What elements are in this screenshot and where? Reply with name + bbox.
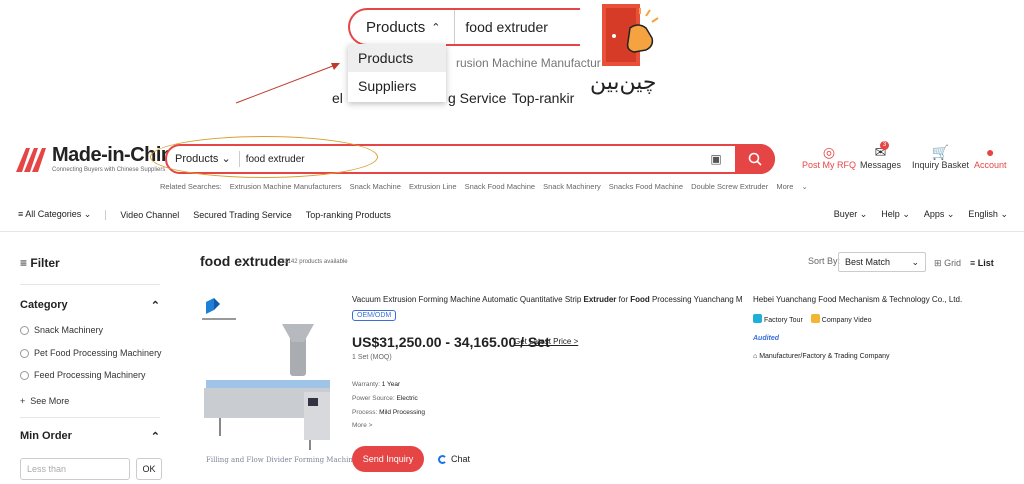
- category-heading[interactable]: Category ⌃: [20, 299, 160, 312]
- product-spec: Power Source: Electric: [352, 395, 418, 402]
- list-icon: ≡: [970, 258, 976, 268]
- related-link[interactable]: Snacks Food Machine: [609, 182, 683, 191]
- product-image[interactable]: Filling and Flow Divider Forming Machine: [200, 296, 357, 470]
- nav-buyer-menu[interactable]: Buyer ⌄: [834, 209, 868, 220]
- sidebar-divider: [20, 284, 160, 285]
- product-spec: Process: Mild Processing: [352, 409, 425, 416]
- brand-text: چین‌بین: [590, 70, 657, 95]
- inquiry-basket-button[interactable]: 🛒 Inquiry Basket: [912, 144, 969, 170]
- radio-button[interactable]: [20, 325, 29, 335]
- related-link[interactable]: Extrusion Line: [409, 182, 457, 191]
- search-icon: [748, 152, 762, 166]
- grid-icon: ⊞: [934, 258, 942, 268]
- building-icon: ⌂: [753, 353, 758, 360]
- sort-label: Sort By:: [808, 256, 841, 266]
- more-specs-link[interactable]: More >: [352, 422, 372, 429]
- filter-title: ≡ Filter: [20, 256, 60, 270]
- target-icon: ◎: [822, 144, 836, 160]
- business-type: ⌂ Manufacturer/Factory & Trading Company: [753, 353, 890, 360]
- mic-logo-icon: [16, 147, 46, 172]
- account-icon: ●: [986, 144, 995, 160]
- sidebar-divider: [20, 417, 160, 418]
- min-order-heading[interactable]: Min Order ⌃: [20, 430, 160, 443]
- annotation-arrow: [235, 63, 340, 104]
- main-nav: ≡ All Categories ⌄ Video Channel Secured…: [18, 209, 1008, 220]
- factory-tour-badge[interactable]: Factory Tour: [753, 314, 803, 324]
- nav-video-channel[interactable]: Video Channel: [105, 209, 179, 220]
- send-inquiry-button[interactable]: Send Inquiry: [352, 446, 424, 472]
- account-button[interactable]: ● Account: [974, 144, 1007, 170]
- get-latest-price-link[interactable]: Get Latest Price >: [514, 337, 578, 346]
- factory-tour-icon: [753, 314, 762, 323]
- messages-badge: 3: [880, 141, 889, 150]
- chevron-up-icon: ⌃: [150, 300, 160, 312]
- related-more-link[interactable]: More ⌄: [776, 182, 807, 191]
- audited-badge: Audited: [753, 335, 780, 342]
- product-moq: 1 Set (MOQ): [352, 354, 392, 361]
- product-spec: Warranty: 1 Year: [352, 381, 401, 388]
- nav-apps-menu[interactable]: Apps ⌄: [924, 209, 955, 220]
- related-link[interactable]: Snack Food Machine: [465, 182, 535, 191]
- product-image-caption: Filling and Flow Divider Forming Machine: [206, 456, 357, 464]
- chevron-up-icon: ⌃: [150, 431, 160, 443]
- results-count: 121142 products available: [278, 259, 348, 265]
- list-view-toggle[interactable]: ≡ List: [970, 258, 994, 268]
- company-video-badge[interactable]: Company Video: [810, 314, 871, 324]
- all-categories-menu[interactable]: ≡ All Categories ⌄: [18, 209, 91, 220]
- chat-icon: [438, 454, 447, 464]
- related-link[interactable]: Snack Machine: [350, 182, 401, 191]
- annotation-ellipse: [150, 136, 378, 178]
- search-button[interactable]: [735, 144, 775, 174]
- supplier-badges: Factory Tour Company Video: [753, 314, 871, 324]
- company-logo-icon: [202, 298, 236, 320]
- category-option[interactable]: Pet Food Processing Machinery: [20, 348, 162, 358]
- nav-top-ranking[interactable]: Top-ranking Products: [306, 210, 391, 220]
- nav-secured-trading[interactable]: Secured Trading Service: [193, 210, 292, 220]
- related-link[interactable]: Snack Machinery: [543, 182, 601, 191]
- related-link[interactable]: Double Screw Extruder: [691, 182, 768, 191]
- supplier-name[interactable]: Hebei Yuanchang Food Mechanism & Technol…: [753, 295, 962, 304]
- related-searches: Related Searches: Extrusion Machine Manu…: [160, 182, 808, 191]
- min-order-ok-button[interactable]: OK: [136, 458, 162, 480]
- filter-icon: ≡: [20, 256, 28, 270]
- sort-select[interactable]: Best Match ⌄: [838, 252, 926, 272]
- camera-search-icon[interactable]: ▣: [707, 152, 725, 166]
- chat-button[interactable]: Chat: [438, 454, 470, 464]
- nav-language-menu[interactable]: English ⌄: [968, 209, 1008, 220]
- category-option[interactable]: Snack Machinery: [20, 325, 103, 335]
- header-divider: [0, 231, 1024, 232]
- related-link[interactable]: Extrusion Machine Manufacturers: [230, 182, 342, 191]
- radio-button[interactable]: [20, 348, 29, 358]
- category-option[interactable]: Feed Processing Machinery: [20, 370, 146, 380]
- nav-help-menu[interactable]: Help ⌄: [881, 209, 910, 220]
- basket-icon: 🛒: [931, 144, 950, 160]
- oem-badge: OEM/ODM: [352, 310, 397, 321]
- plus-icon: +: [20, 396, 26, 406]
- radio-button[interactable]: [20, 370, 29, 380]
- product-title[interactable]: Vacuum Extrusion Forming Machine Automat…: [352, 295, 742, 304]
- fist-door-logo: [596, 2, 662, 68]
- post-rfq-button[interactable]: ◎ Post My RFQ: [802, 144, 856, 170]
- see-more-link[interactable]: + See More: [20, 396, 69, 406]
- chevron-down-icon: ⌄: [911, 257, 919, 267]
- min-order-input[interactable]: Less than: [20, 458, 130, 480]
- results-title: food extruder: [200, 253, 291, 269]
- grid-view-toggle[interactable]: ⊞ Grid: [934, 258, 961, 269]
- video-icon: [810, 314, 820, 323]
